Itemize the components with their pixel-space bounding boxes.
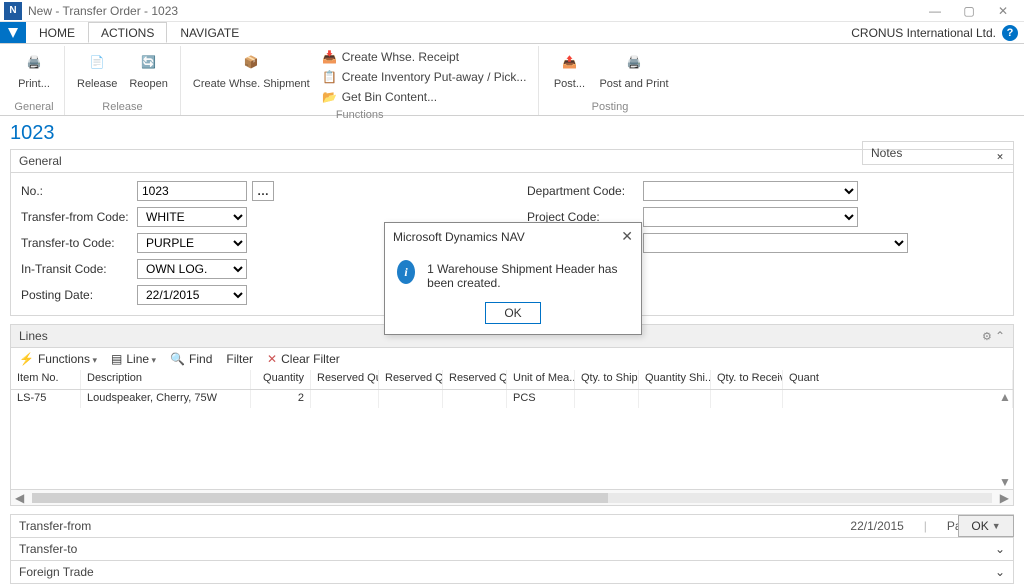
- message-dialog: Microsoft Dynamics NAV ✕ i 1 Warehouse S…: [384, 222, 642, 335]
- transfer-from-code-field[interactable]: WHITE: [137, 207, 247, 227]
- col-qty-shipped[interactable]: Quantity Shi...: [639, 370, 711, 389]
- lines-clear-filter-button[interactable]: ✕Clear Filter: [267, 352, 340, 366]
- window-title: New - Transfer Order - 1023: [28, 4, 178, 18]
- no-lookup-button[interactable]: …: [252, 181, 274, 201]
- project-code-field[interactable]: [643, 207, 858, 227]
- group-functions-label: Functions: [187, 108, 533, 123]
- close-button[interactable]: ✕: [986, 1, 1020, 21]
- table-row[interactable]: LS-75 Loudspeaker, Cherry, 75W 2 PCS: [11, 390, 1013, 408]
- dialog-title: Microsoft Dynamics NAV: [393, 230, 525, 244]
- chevron-down-icon: [995, 542, 1005, 556]
- ribbon-tabs: HOME ACTIONS NAVIGATE CRONUS Internation…: [0, 22, 1024, 44]
- release-icon: 📄: [83, 48, 111, 76]
- post-icon: 📤: [555, 48, 583, 76]
- shipment-icon: 📦: [237, 48, 265, 76]
- page-body: 1023 General No.:… Transfer-from Code:WH…: [0, 116, 1024, 584]
- help-icon[interactable]: ?: [1002, 25, 1018, 41]
- tab-navigate[interactable]: NAVIGATE: [167, 22, 252, 43]
- tab-actions[interactable]: ACTIONS: [88, 22, 167, 43]
- fasttab-foreign-trade[interactable]: Foreign Trade: [10, 561, 1014, 584]
- lines-toolbar: ⚡Functions ▤Line 🔍Find Filter ✕Clear Fil…: [10, 348, 1014, 370]
- group-general-label: General: [10, 100, 58, 115]
- notes-factbox[interactable]: Notes: [862, 141, 1014, 165]
- post-print-icon: 🖨️: [620, 48, 648, 76]
- col-description[interactable]: Description: [81, 370, 251, 389]
- posting-date-field[interactable]: 22/1/2015: [137, 285, 247, 305]
- reopen-button[interactable]: 🔄 Reopen: [123, 46, 174, 100]
- ribbon: 🖨️ Print... General 📄 Release 🔄 Reopen R…: [0, 44, 1024, 116]
- no-label: No.:: [21, 184, 131, 198]
- lines-grid[interactable]: Item No. Description Quantity Reserved Q…: [10, 370, 1014, 490]
- col-qty-to-ship[interactable]: Qty. to Ship: [575, 370, 639, 389]
- department-code-field[interactable]: [643, 181, 858, 201]
- receipt-icon: 📥: [322, 49, 338, 65]
- gear-icon[interactable]: ⚙: [982, 329, 1005, 343]
- transfer-from-label: Transfer-from Code:: [21, 210, 131, 224]
- page-ok-button[interactable]: OK▼: [958, 515, 1014, 537]
- minimize-button[interactable]: —: [918, 1, 952, 21]
- dialog-close-button[interactable]: ✕: [621, 228, 633, 245]
- col-quantity[interactable]: Quantity: [251, 370, 311, 389]
- maximize-button[interactable]: ▢: [952, 1, 986, 21]
- col-quant[interactable]: Quant: [783, 370, 1013, 389]
- app-icon: N: [4, 2, 22, 20]
- col-reserved-qty[interactable]: Reserved Qu...: [311, 370, 379, 389]
- transfer-to-label: Transfer-to Code:: [21, 236, 131, 250]
- print-button[interactable]: 🖨️ Print...: [10, 46, 58, 100]
- bin-icon: 📂: [322, 89, 338, 105]
- lines-subform: Lines ⚙ ⚡Functions ▤Line 🔍Find Filter ✕C…: [10, 324, 1014, 506]
- create-inv-putaway-pick-button[interactable]: 📋Create Inventory Put-away / Pick...: [320, 68, 529, 86]
- dialog-titlebar: Microsoft Dynamics NAV ✕: [385, 223, 641, 250]
- reopen-icon: 🔄: [135, 48, 163, 76]
- group-release-label: Release: [71, 100, 174, 115]
- bottom-bar: OK▼: [958, 515, 1014, 537]
- create-whse-receipt-button[interactable]: 📥Create Whse. Receipt: [320, 48, 529, 66]
- assigned-user-id-field[interactable]: [643, 233, 908, 253]
- dialog-ok-button[interactable]: OK: [485, 302, 541, 324]
- grid-header: Item No. Description Quantity Reserved Q…: [11, 370, 1013, 390]
- find-icon: 🔍: [170, 352, 185, 366]
- vertical-scrollbar[interactable]: ▲▼: [997, 390, 1013, 489]
- col-item-no[interactable]: Item No.: [11, 370, 81, 389]
- info-icon: i: [397, 260, 415, 284]
- group-posting-label: Posting: [545, 100, 674, 115]
- fasttab-transfer-to[interactable]: Transfer-to: [10, 538, 1014, 561]
- company-name: CRONUS International Ltd.: [851, 26, 996, 40]
- file-tab[interactable]: [0, 22, 26, 43]
- release-button[interactable]: 📄 Release: [71, 46, 123, 100]
- lines-functions-menu[interactable]: ⚡Functions: [19, 352, 97, 366]
- printer-icon: 🖨️: [20, 48, 48, 76]
- lines-filter-button[interactable]: Filter: [226, 352, 253, 366]
- lines-line-menu[interactable]: ▤Line: [111, 352, 156, 366]
- create-whse-shipment-button[interactable]: 📦 Create Whse. Shipment: [187, 46, 316, 108]
- col-reserved-qtu[interactable]: Reserved Qu...: [379, 370, 443, 389]
- col-reserved-qti[interactable]: Reserved Qu...: [443, 370, 507, 389]
- posting-date-label: Posting Date:: [21, 288, 131, 302]
- window-controls: — ▢ ✕: [918, 1, 1020, 21]
- department-code-label: Department Code:: [527, 184, 637, 198]
- chevron-down-icon: [995, 146, 1005, 160]
- get-bin-content-button[interactable]: 📂Get Bin Content...: [320, 88, 529, 106]
- in-transit-code-field[interactable]: OWN LOG.: [137, 259, 247, 279]
- putaway-icon: 📋: [322, 69, 338, 85]
- in-transit-label: In-Transit Code:: [21, 262, 131, 276]
- dialog-message: 1 Warehouse Shipment Header has been cre…: [427, 260, 629, 290]
- tab-home[interactable]: HOME: [26, 22, 88, 43]
- col-uom[interactable]: Unit of Mea...: [507, 370, 575, 389]
- company-indicator: CRONUS International Ltd. ?: [851, 22, 1024, 43]
- fasttab-transfer-from[interactable]: Transfer-from 22/1/2015|Partial: [10, 514, 1014, 538]
- horizontal-scrollbar[interactable]: ◀▶: [10, 490, 1014, 506]
- no-field[interactable]: [137, 181, 247, 201]
- title-bar: N New - Transfer Order - 1023 — ▢ ✕: [0, 0, 1024, 22]
- post-button[interactable]: 📤 Post...: [545, 46, 593, 100]
- lines-find-button[interactable]: 🔍Find: [170, 352, 212, 366]
- col-qty-to-receive[interactable]: Qty. to Receive: [711, 370, 783, 389]
- chevron-down-icon: [995, 565, 1005, 579]
- transfer-to-code-field[interactable]: PURPLE: [137, 233, 247, 253]
- post-and-print-button[interactable]: 🖨️ Post and Print: [593, 46, 674, 100]
